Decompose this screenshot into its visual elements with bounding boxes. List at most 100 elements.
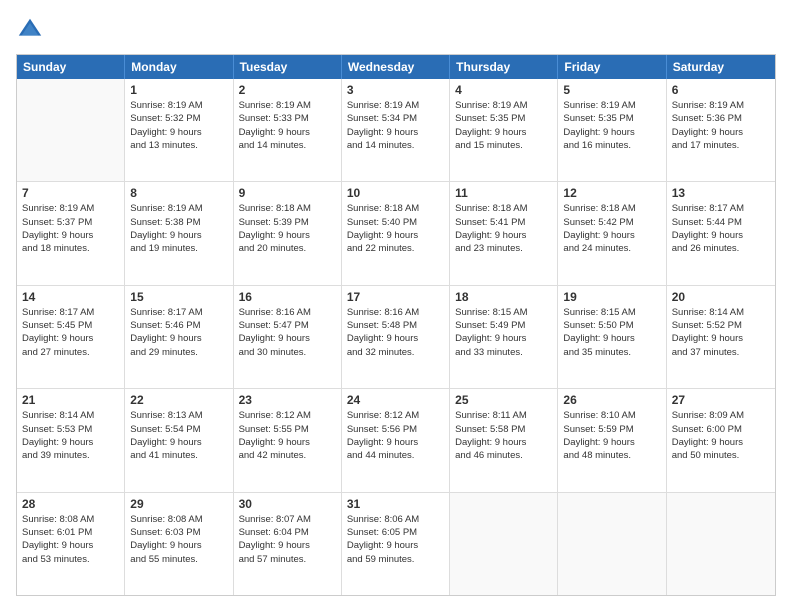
calendar-cell: 13Sunrise: 8:17 AM Sunset: 5:44 PM Dayli…	[667, 182, 775, 284]
day-number: 28	[22, 497, 119, 511]
calendar-cell: 12 Sunrise: 8:18 AM Sunset: 5:42 PM Dayli…	[558, 182, 666, 284]
calendar-cell: 25 Sunrise: 8:11 AM Sunset: 5:58 PM Dayli…	[450, 389, 558, 491]
day-number: 1	[130, 83, 227, 97]
calendar: SundayMondayTuesdayWednesdayThursdayFrid…	[16, 54, 776, 596]
calendar-header-cell: Saturday	[667, 55, 775, 79]
day-number: 7	[22, 186, 119, 200]
day-number: 9	[239, 186, 336, 200]
calendar-cell: 8 Sunrise: 8:19 AM Sunset: 5:38 PM Daylig…	[125, 182, 233, 284]
day-number: 17	[347, 290, 444, 304]
calendar-cell: 30 Sunrise: 8:07 AM Sunset: 6:04 PM Dayli…	[234, 493, 342, 595]
calendar-cell: 26 Sunrise: 8:10 AM Sunset: 5:59 PM Dayli…	[558, 389, 666, 491]
calendar-cell: 1 Sunrise: 8:19 AM Sunset: 5:32 PM Daylig…	[125, 79, 233, 181]
logo	[16, 16, 48, 44]
day-info: Sunrise: 8:08 AM Sunset: 6:03 PM Dayligh…	[130, 513, 227, 566]
day-info: Sunrise: 8:19 AM Sunset: 5:33 PM Dayligh…	[239, 99, 336, 152]
calendar-cell: 21 Sunrise: 8:14 AM Sunset: 5:53 PM Dayli…	[17, 389, 125, 491]
day-number: 8	[130, 186, 227, 200]
calendar-body: 1 Sunrise: 8:19 AM Sunset: 5:32 PM Daylig…	[17, 79, 775, 595]
day-info: Sunrise: 8:06 AM Sunset: 6:05 PM Dayligh…	[347, 513, 444, 566]
calendar-week: 1 Sunrise: 8:19 AM Sunset: 5:32 PM Daylig…	[17, 79, 775, 182]
day-number: 25	[455, 393, 552, 407]
day-number: 11	[455, 186, 552, 200]
calendar-cell: 19 Sunrise: 8:15 AM Sunset: 5:50 PM Dayli…	[558, 286, 666, 388]
calendar-header-cell: Wednesday	[342, 55, 450, 79]
day-info: Sunrise: 8:19 AM Sunset: 5:32 PM Dayligh…	[130, 99, 227, 152]
day-info: Sunrise: 8:18 AM Sunset: 5:41 PM Dayligh…	[455, 202, 552, 255]
calendar-week: 7 Sunrise: 8:19 AM Sunset: 5:37 PM Daylig…	[17, 182, 775, 285]
day-info: Sunrise: 8:11 AM Sunset: 5:58 PM Dayligh…	[455, 409, 552, 462]
day-info: Sunrise: 8:18 AM Sunset: 5:39 PM Dayligh…	[239, 202, 336, 255]
day-info: Sunrise: 8:13 AM Sunset: 5:54 PM Dayligh…	[130, 409, 227, 462]
day-info: Sunrise: 8:17 AM Sunset: 5:45 PM Dayligh…	[22, 306, 119, 359]
day-info: Sunrise: 8:18 AM Sunset: 5:40 PM Dayligh…	[347, 202, 444, 255]
day-number: 30	[239, 497, 336, 511]
day-number: 16	[239, 290, 336, 304]
day-number: 24	[347, 393, 444, 407]
day-number: 18	[455, 290, 552, 304]
day-info: Sunrise: 8:14 AM Sunset: 5:53 PM Dayligh…	[22, 409, 119, 462]
calendar-cell: 7 Sunrise: 8:19 AM Sunset: 5:37 PM Daylig…	[17, 182, 125, 284]
calendar-cell: 20 Sunrise: 8:14 AM Sunset: 5:52 PM Dayli…	[667, 286, 775, 388]
calendar-cell: 5Sunrise: 8:19 AM Sunset: 5:35 PM Daylig…	[558, 79, 666, 181]
day-number: 22	[130, 393, 227, 407]
calendar-header-cell: Tuesday	[234, 55, 342, 79]
header	[16, 16, 776, 44]
day-number: 19	[563, 290, 660, 304]
calendar-cell: 11 Sunrise: 8:18 AM Sunset: 5:41 PM Dayli…	[450, 182, 558, 284]
calendar-cell: 23 Sunrise: 8:12 AM Sunset: 5:55 PM Dayli…	[234, 389, 342, 491]
day-info: Sunrise: 8:16 AM Sunset: 5:47 PM Dayligh…	[239, 306, 336, 359]
day-info: Sunrise: 8:15 AM Sunset: 5:50 PM Dayligh…	[563, 306, 660, 359]
day-info: Sunrise: 8:09 AM Sunset: 6:00 PM Dayligh…	[672, 409, 770, 462]
calendar-cell: 10Sunrise: 8:18 AM Sunset: 5:40 PM Dayli…	[342, 182, 450, 284]
day-number: 26	[563, 393, 660, 407]
calendar-cell: 28 Sunrise: 8:08 AM Sunset: 6:01 PM Dayli…	[17, 493, 125, 595]
day-info: Sunrise: 8:07 AM Sunset: 6:04 PM Dayligh…	[239, 513, 336, 566]
page: SundayMondayTuesdayWednesdayThursdayFrid…	[0, 0, 792, 612]
calendar-cell	[17, 79, 125, 181]
day-info: Sunrise: 8:15 AM Sunset: 5:49 PM Dayligh…	[455, 306, 552, 359]
calendar-header-cell: Thursday	[450, 55, 558, 79]
day-number: 3	[347, 83, 444, 97]
calendar-cell	[667, 493, 775, 595]
calendar-cell	[558, 493, 666, 595]
day-info: Sunrise: 8:08 AM Sunset: 6:01 PM Dayligh…	[22, 513, 119, 566]
day-number: 12	[563, 186, 660, 200]
calendar-week: 14 Sunrise: 8:17 AM Sunset: 5:45 PM Dayli…	[17, 286, 775, 389]
logo-icon	[16, 16, 44, 44]
day-info: Sunrise: 8:19 AM Sunset: 5:34 PM Dayligh…	[347, 99, 444, 152]
calendar-cell: 31 Sunrise: 8:06 AM Sunset: 6:05 PM Dayli…	[342, 493, 450, 595]
calendar-cell: 29 Sunrise: 8:08 AM Sunset: 6:03 PM Dayli…	[125, 493, 233, 595]
calendar-cell: 2Sunrise: 8:19 AM Sunset: 5:33 PM Daylig…	[234, 79, 342, 181]
day-number: 4	[455, 83, 552, 97]
day-number: 27	[672, 393, 770, 407]
day-info: Sunrise: 8:17 AM Sunset: 5:46 PM Dayligh…	[130, 306, 227, 359]
calendar-cell: 24Sunrise: 8:12 AM Sunset: 5:56 PM Dayli…	[342, 389, 450, 491]
calendar-week: 28 Sunrise: 8:08 AM Sunset: 6:01 PM Dayli…	[17, 493, 775, 595]
calendar-cell	[450, 493, 558, 595]
calendar-header-cell: Sunday	[17, 55, 125, 79]
day-number: 13	[672, 186, 770, 200]
day-info: Sunrise: 8:18 AM Sunset: 5:42 PM Dayligh…	[563, 202, 660, 255]
day-number: 29	[130, 497, 227, 511]
day-info: Sunrise: 8:14 AM Sunset: 5:52 PM Dayligh…	[672, 306, 770, 359]
day-info: Sunrise: 8:19 AM Sunset: 5:35 PM Dayligh…	[455, 99, 552, 152]
day-number: 23	[239, 393, 336, 407]
calendar-cell: 16 Sunrise: 8:16 AM Sunset: 5:47 PM Dayli…	[234, 286, 342, 388]
calendar-cell: 27 Sunrise: 8:09 AM Sunset: 6:00 PM Dayli…	[667, 389, 775, 491]
calendar-cell: 9 Sunrise: 8:18 AM Sunset: 5:39 PM Daylig…	[234, 182, 342, 284]
day-info: Sunrise: 8:19 AM Sunset: 5:36 PM Dayligh…	[672, 99, 770, 152]
calendar-cell: 4 Sunrise: 8:19 AM Sunset: 5:35 PM Daylig…	[450, 79, 558, 181]
calendar-cell: 18 Sunrise: 8:15 AM Sunset: 5:49 PM Dayli…	[450, 286, 558, 388]
day-number: 21	[22, 393, 119, 407]
day-number: 20	[672, 290, 770, 304]
calendar-week: 21 Sunrise: 8:14 AM Sunset: 5:53 PM Dayli…	[17, 389, 775, 492]
day-number: 14	[22, 290, 119, 304]
calendar-cell: 14 Sunrise: 8:17 AM Sunset: 5:45 PM Dayli…	[17, 286, 125, 388]
day-number: 5	[563, 83, 660, 97]
day-info: Sunrise: 8:19 AM Sunset: 5:38 PM Dayligh…	[130, 202, 227, 255]
day-info: Sunrise: 8:10 AM Sunset: 5:59 PM Dayligh…	[563, 409, 660, 462]
day-number: 31	[347, 497, 444, 511]
day-info: Sunrise: 8:19 AM Sunset: 5:37 PM Dayligh…	[22, 202, 119, 255]
day-info: Sunrise: 8:12 AM Sunset: 5:55 PM Dayligh…	[239, 409, 336, 462]
